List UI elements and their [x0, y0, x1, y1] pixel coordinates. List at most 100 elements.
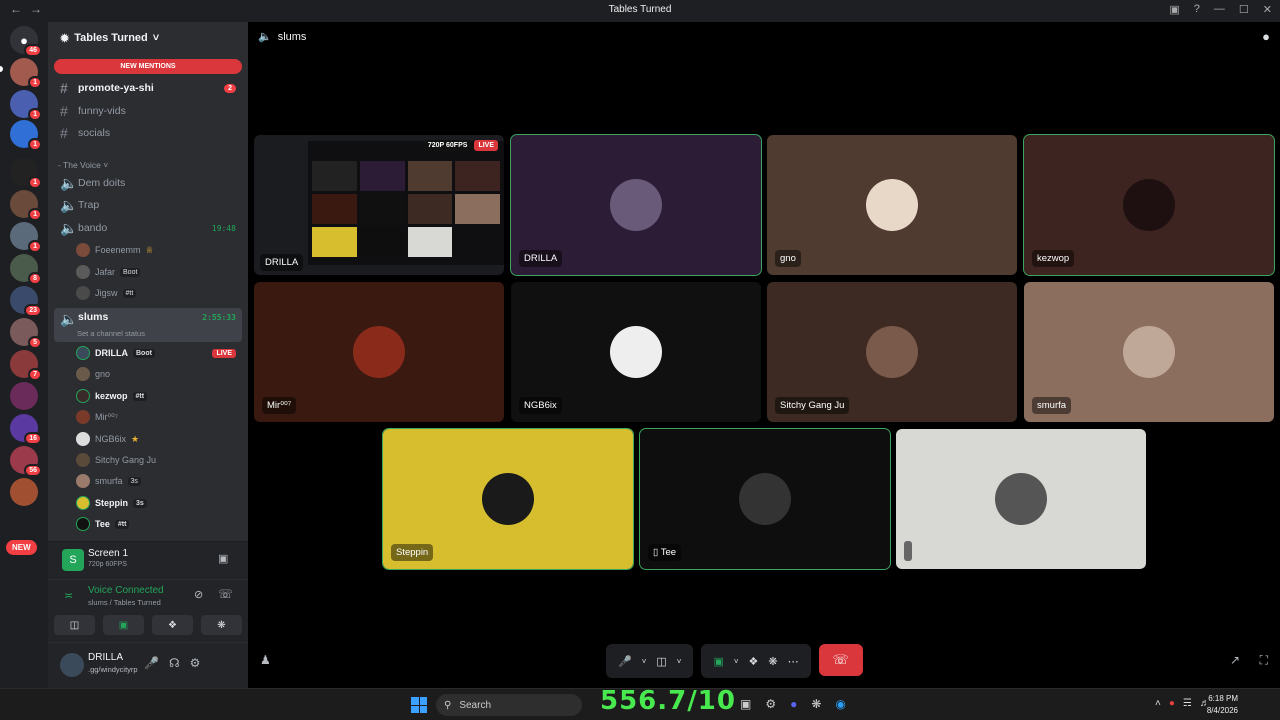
chevron-up-icon[interactable]: ˄	[1155, 698, 1161, 709]
voice-user[interactable]: smurfa 3s	[76, 471, 242, 491]
guild-header[interactable]: ✹ Tables Turned ˅ ♟	[48, 22, 284, 65]
disconnect-icon[interactable]: ☏	[218, 587, 233, 601]
server-icon[interactable]: 23	[10, 286, 42, 317]
server-icon[interactable]: 1	[10, 222, 42, 253]
disconnect-button[interactable]: ☏	[818, 644, 863, 676]
server-icon[interactable]: 1	[10, 158, 42, 189]
microphone-icon[interactable]: 🎤	[144, 656, 159, 670]
soundboard-button[interactable]: ❋	[201, 615, 242, 635]
server-icon[interactable]: 56	[10, 446, 42, 477]
soundboard-icon[interactable]: ❋	[768, 655, 777, 668]
taskbar-apps: ▣ ⚙ ● ❋ ◉	[740, 697, 846, 711]
voice-connected-label[interactable]: Voice Connected	[88, 585, 164, 596]
server-icon[interactable]	[10, 382, 38, 410]
help-icon[interactable]: ?	[1194, 3, 1200, 16]
camera-off-button[interactable]: ◫	[54, 615, 95, 635]
camera-off-icon[interactable]: ◫	[656, 655, 666, 668]
maximize-button[interactable]: ☐	[1239, 3, 1249, 16]
participant-tile[interactable]: Steppin	[382, 428, 634, 570]
voice-status-panel: ≍ Voice Connected slums / Tables Turned …	[48, 580, 248, 610]
voice-channel-trap[interactable]: 🔈 Trap	[54, 195, 242, 215]
participant-tile[interactable]: DRILLA	[510, 134, 762, 276]
server-icon[interactable]: 1	[10, 58, 42, 89]
signal-icon[interactable]: ≍	[64, 589, 73, 602]
minimize-button[interactable]: —	[1214, 3, 1225, 16]
voice-user[interactable]: DRILLA Boot LIVE	[76, 343, 242, 363]
headphones-icon[interactable]: ☊	[169, 656, 180, 670]
server-icon[interactable]: 8	[10, 254, 42, 285]
server-icon[interactable]: 16	[10, 414, 42, 445]
xbox-icon[interactable]: ▣	[740, 697, 751, 711]
participant-tile[interactable]	[896, 429, 1146, 569]
gear-icon[interactable]: ⚙	[190, 656, 201, 670]
microphone-icon[interactable]: 🎤	[618, 655, 632, 668]
voice-user[interactable]: Jafar Boot	[76, 262, 242, 282]
channel-status[interactable]: Set a channel status	[77, 329, 145, 338]
participant-tile[interactable]: Sitchy Gang Ju	[767, 282, 1017, 422]
fullscreen-icon[interactable]: ⛶	[1260, 653, 1268, 668]
edge-icon[interactable]: ◉	[835, 697, 845, 711]
voice-channel-dem-doits[interactable]: 🔈 Dem doits	[54, 173, 242, 193]
windows-icon[interactable]	[411, 697, 427, 713]
chat-icon[interactable]: ●	[1262, 29, 1270, 44]
voice-user[interactable]: Sitchy Gang Ju	[76, 450, 242, 470]
chevron-down-icon[interactable]: ˅	[734, 657, 739, 666]
noise-suppression-icon[interactable]: ⊘	[194, 588, 203, 601]
server-icon[interactable]: 7	[10, 350, 42, 381]
activities-button[interactable]: ❖	[152, 615, 193, 635]
screen-share-button[interactable]: ▣	[103, 615, 144, 635]
participant-tile[interactable]: ▯ Tee	[639, 428, 891, 570]
server-icon[interactable]: 1	[10, 120, 42, 151]
category-header[interactable]: - The Voice ˅	[58, 160, 108, 170]
participant-tile[interactable]: gno	[767, 135, 1017, 275]
voice-user[interactable]: Tee #tt	[76, 514, 242, 534]
avatar[interactable]	[60, 653, 84, 677]
participant-tile[interactable]: smurfa	[1024, 282, 1274, 422]
participant-tile[interactable]: Mir⁰⁰⁷	[254, 282, 504, 422]
voice-user[interactable]: Mir⁰⁰⁷	[76, 407, 242, 427]
screen-share-icon[interactable]: ▣	[713, 655, 723, 668]
clock[interactable]: 6:18 PM 8/4/2026	[1207, 693, 1238, 717]
steam-icon[interactable]: ⚙	[765, 697, 776, 711]
stop-stream-icon[interactable]: ▣	[218, 552, 228, 565]
channel-promote[interactable]: # promote-ya-shi 2	[54, 78, 242, 98]
voice-user[interactable]: Foeenemm ♕	[76, 240, 242, 260]
voice-location[interactable]: slums / Tables Turned	[88, 598, 161, 607]
home-button[interactable]: ● 46	[10, 26, 42, 57]
popout-icon[interactable]: ↗	[1230, 653, 1240, 667]
chevron-down-icon[interactable]: ˅	[642, 657, 647, 666]
inbox-icon[interactable]: ▣	[1169, 3, 1179, 16]
microphone-icon[interactable]: ●	[1169, 698, 1175, 709]
new-mentions-bar[interactable]: NEW MENTIONS	[54, 59, 242, 74]
discord-icon[interactable]: ●	[790, 697, 797, 711]
wifi-icon[interactable]: ☴	[1183, 698, 1192, 709]
more-icon[interactable]: ⋯	[788, 655, 799, 668]
channel-funny-vids[interactable]: # funny-vids	[54, 101, 242, 121]
new-unreads-badge[interactable]: NEW	[6, 540, 37, 555]
voice-user[interactable]: NGB6ix ★	[76, 429, 242, 449]
server-badge: 23	[24, 304, 42, 317]
chatgpt-icon[interactable]: ❋	[811, 697, 821, 711]
server-icon[interactable]: 1	[10, 190, 42, 221]
server-icon[interactable]: 1	[10, 90, 42, 121]
channel-socials[interactable]: # socials	[54, 123, 242, 143]
server-badge: 1	[28, 240, 42, 253]
server-icon[interactable]: 5	[10, 318, 42, 349]
add-person-icon[interactable]: ♟	[260, 653, 271, 667]
voice-channel-bando[interactable]: 🔈 bando 19:48	[54, 218, 242, 238]
activities-icon[interactable]: ❖	[749, 655, 759, 668]
voice-channel-slums[interactable]: 🔈 slums 2:55:33 Set a channel status	[54, 308, 242, 342]
chevron-down-icon[interactable]: ˅	[677, 657, 682, 666]
taskbar-search[interactable]: ⚲ Search	[436, 694, 582, 716]
tile-name: smurfa	[1032, 397, 1072, 414]
participant-tile[interactable]: kezwop	[1023, 134, 1275, 276]
close-button[interactable]: ✕	[1263, 3, 1272, 16]
voice-user[interactable]: gno	[76, 364, 242, 384]
voice-user[interactable]: Jigsw #tt	[76, 283, 242, 303]
voice-user[interactable]: Steppin 3s	[76, 493, 242, 513]
stream-tile[interactable]: 720P 60FPS LIVE DRILLA	[254, 135, 504, 275]
server-icon[interactable]	[10, 478, 38, 506]
participant-tile[interactable]: NGB6ix	[511, 282, 761, 422]
user-name[interactable]: DRILLA	[88, 652, 123, 663]
voice-user[interactable]: kezwop #tt	[76, 386, 242, 406]
